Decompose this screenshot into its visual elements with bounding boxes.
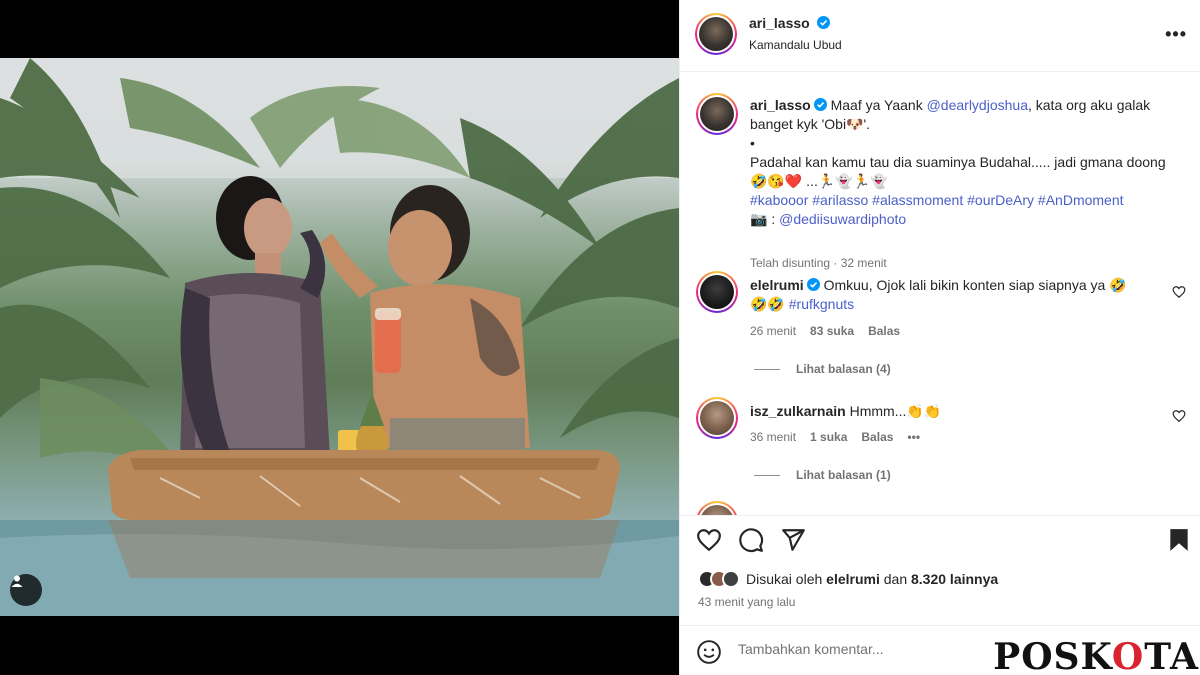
comment-meta: 36 menit 1 suka Balas ••• <box>750 430 934 444</box>
comment-likes[interactable]: 1 suka <box>810 430 847 444</box>
bookmark-icon[interactable] <box>1166 527 1192 553</box>
comments-list[interactable]: ari_lasso Maaf ya Yaank @dearlydjoshua, … <box>680 73 1200 515</box>
caption-edited: Telah disunting · 32 menit <box>750 256 887 270</box>
mention-link[interactable]: @dearlydjoshua <box>927 97 1028 113</box>
watermark-text-accent: O <box>1111 636 1145 675</box>
likes-middle: dan <box>879 571 911 587</box>
verified-badge-icon <box>813 98 827 111</box>
likes-summary: Disukai oleh elelrumi dan 8.320 lainnya <box>698 570 998 588</box>
likes-prefix: Disukai oleh <box>746 571 827 587</box>
verified-badge-icon <box>806 278 820 291</box>
caption-username[interactable]: ari_lasso <box>750 97 811 113</box>
comment-likes[interactable]: 83 suka <box>810 324 854 338</box>
caption-line1-pre: Maaf ya Yaank <box>830 97 927 113</box>
comment-item: elelrumi Omkuu, Ojok lali bikin konten s… <box>696 271 1186 381</box>
caption-avatar[interactable] <box>696 93 738 135</box>
commenter-username[interactable]: elelrumi <box>750 277 804 293</box>
post-header: ari_lasso Kamandalu Ubud ••• <box>680 0 1200 72</box>
view-replies-button[interactable]: Lihat balasan (4) <box>754 362 891 376</box>
post-actions: Disukai oleh elelrumi dan 8.320 lainnya … <box>680 515 1200 620</box>
camera-emoji: 📷 : <box>750 211 780 227</box>
more-options-icon[interactable]: ••• <box>1165 24 1187 45</box>
add-comment-bar: POSKOTA <box>680 625 1200 675</box>
watermark-text-pre: POSK <box>993 636 1112 675</box>
author-avatar[interactable] <box>695 13 737 55</box>
likes-user[interactable]: elelrumi <box>826 571 880 587</box>
photo-illustration <box>0 58 679 616</box>
comment-time: 36 menit <box>750 430 797 444</box>
post-location[interactable]: Kamandalu Ubud <box>749 38 842 52</box>
reply-button[interactable]: Balas <box>861 430 893 444</box>
caption-line3: Padahal kan kamu tau dia suaminya Budaha… <box>750 154 1166 170</box>
comment-body-emoji: 🤣🤣 <box>750 296 789 312</box>
comment-time: 26 menit <box>750 324 797 338</box>
caption-bullet: • <box>750 135 755 151</box>
caption-line1-post: , kata org aku galak <box>1027 97 1151 113</box>
share-icon[interactable] <box>780 527 806 553</box>
caption-line4: 🤣😘❤️ ...🏃👻🏃👻 <box>750 173 888 189</box>
comment-body: Omkuu, Ojok lali bikin konten siap siapn… <box>823 277 1127 293</box>
verified-badge-icon <box>817 16 831 29</box>
post-side-panel: ari_lasso Kamandalu Ubud ••• ari_lasso M… <box>679 0 1200 675</box>
comment-hashtag[interactable]: #rufkgnuts <box>789 296 854 312</box>
comment-text: isz_zulkarnain Hmmm...👏👏 <box>750 402 1170 421</box>
commenter-avatar[interactable] <box>696 397 738 439</box>
caption: ari_lasso Maaf ya Yaank @dearlydjoshua, … <box>696 93 1186 270</box>
comment-icon[interactable] <box>738 527 764 553</box>
comment-like-heart-icon[interactable] <box>1172 285 1186 299</box>
photo-credit-link[interactable]: @dediisuwardiphoto <box>779 211 906 227</box>
view-replies-button[interactable]: Lihat balasan (1) <box>754 468 891 482</box>
comment-item: isz_zulkarnain Hmmm...👏👏 36 menit 1 suka B… <box>696 397 1186 507</box>
likes-count[interactable]: 8.320 lainnya <box>911 571 998 587</box>
caption-line2: banget kyk 'Obi🐶'. <box>750 116 871 132</box>
caption-hashtags[interactable]: #kabooor #arilasso #alassmoment #ourDeAr… <box>750 192 1124 208</box>
caption-text: ari_lasso Maaf ya Yaank @dearlydjoshua, … <box>750 96 1170 229</box>
comment-more-icon[interactable]: ••• <box>907 430 920 444</box>
likes-text: Disukai oleh elelrumi dan 8.320 lainnya <box>746 571 998 587</box>
user-tag-icon <box>11 575 23 587</box>
watermark-text-post: TA <box>1144 636 1199 675</box>
commenter-username[interactable]: isz_zulkarnain <box>750 403 846 419</box>
post-time: 43 menit yang lalu <box>698 595 796 609</box>
post-media <box>0 0 679 675</box>
user-tag-button[interactable] <box>10 574 42 606</box>
comment-text: elelrumi Omkuu, Ojok lali bikin konten s… <box>750 276 1170 314</box>
author-username[interactable]: ari_lasso <box>749 15 810 31</box>
post-photo[interactable] <box>0 58 679 616</box>
poskota-watermark: POSKOTA <box>993 636 1199 675</box>
reply-button[interactable]: Balas <box>868 324 900 338</box>
comment-like-heart-icon[interactable] <box>1172 409 1186 423</box>
comment-meta: 26 menit 83 suka Balas <box>750 324 914 338</box>
commenter-avatar[interactable] <box>696 271 738 313</box>
liker-avatar[interactable] <box>722 570 740 588</box>
comment-body: Hmmm...👏👏 <box>849 403 942 419</box>
heart-icon[interactable] <box>696 527 722 553</box>
emoji-icon[interactable] <box>696 639 722 665</box>
